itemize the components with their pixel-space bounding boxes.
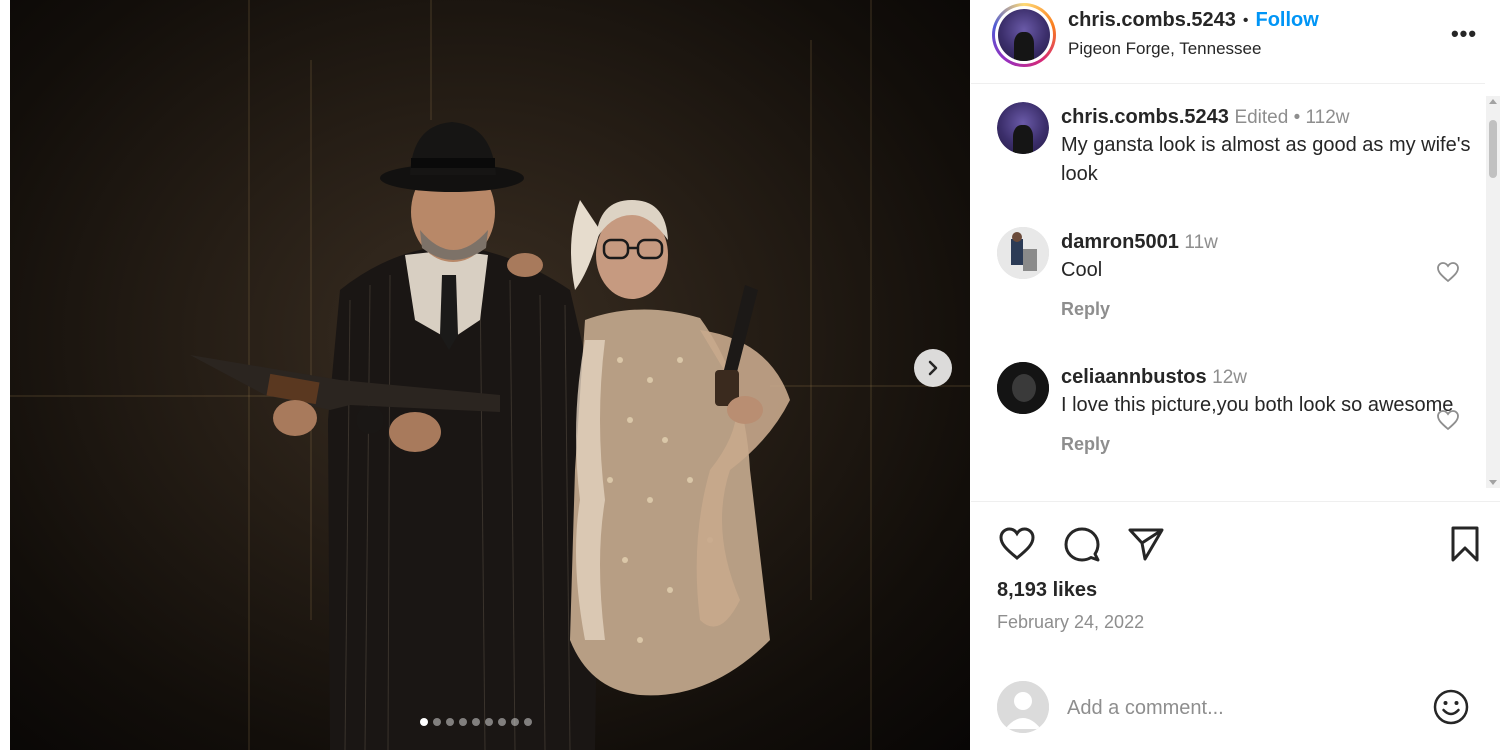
- carousel-dot: [420, 718, 428, 726]
- follow-button[interactable]: Follow: [1255, 9, 1318, 32]
- bookmark-icon[interactable]: [1445, 524, 1485, 564]
- send-icon[interactable]: [1126, 524, 1166, 564]
- caption-avatar-image: [997, 102, 1049, 154]
- heart-icon[interactable]: [1436, 260, 1460, 284]
- add-comment-bar: [971, 665, 1500, 750]
- carousel-dot: [511, 718, 519, 726]
- scroll-up-arrow[interactable]: [1489, 99, 1497, 104]
- comment-icon[interactable]: [1062, 524, 1102, 564]
- carousel-dot: [433, 718, 441, 726]
- carousel-indicator: [420, 718, 532, 726]
- author-avatar[interactable]: [992, 3, 1056, 67]
- commenter-photo: [997, 227, 1049, 279]
- smiley-icon[interactable]: [1432, 688, 1470, 726]
- carousel-dot: [459, 718, 467, 726]
- default-avatar-icon: [997, 681, 1049, 733]
- comment-item: damron5001 11w Cool Reply: [971, 225, 1485, 335]
- separator: •: [1242, 11, 1249, 29]
- comment-text: Cool: [1061, 259, 1103, 281]
- comments-list[interactable]: chris.combs.5243 Edited • 112w My gansta…: [971, 85, 1485, 501]
- heart-icon[interactable]: [997, 524, 1037, 564]
- post-media[interactable]: [10, 0, 970, 750]
- scroll-thumb[interactable]: [1489, 120, 1497, 178]
- comment-avatar[interactable]: [997, 362, 1049, 414]
- comment-time: 11w: [1184, 232, 1218, 253]
- more-icon: •••: [1450, 21, 1478, 46]
- caption-meta: Edited • 112w: [1234, 107, 1350, 128]
- comment-avatar[interactable]: [997, 227, 1049, 279]
- carousel-dot: [472, 718, 480, 726]
- comment-text: I love this picture,you both look so awe…: [1061, 394, 1454, 416]
- chevron-right-icon: [928, 360, 938, 376]
- carousel-dot: [485, 718, 493, 726]
- caption-text: My gansta look is almost as good as my w…: [1061, 134, 1471, 185]
- comment-item: celiaannbustos 12w I love this picture,y…: [971, 360, 1485, 500]
- post-actions: 8,193 likes February 24, 2022: [971, 501, 1500, 750]
- comments-scrollbar[interactable]: [1486, 96, 1500, 488]
- reply-button[interactable]: Reply: [1061, 299, 1471, 320]
- carousel-dot: [498, 718, 506, 726]
- add-comment-input[interactable]: [1067, 691, 1407, 725]
- post-side-panel: chris.combs.5243 • Follow Pigeon Forge, …: [971, 0, 1500, 750]
- likes-count[interactable]: 8,193 likes: [997, 579, 1097, 602]
- reply-button[interactable]: Reply: [1061, 434, 1471, 455]
- current-user-avatar: [997, 681, 1049, 733]
- more-options-button[interactable]: •••: [1449, 21, 1479, 46]
- caption-username[interactable]: chris.combs.5243: [1061, 106, 1229, 128]
- author-username[interactable]: chris.combs.5243: [1068, 9, 1236, 32]
- next-photo-button[interactable]: [914, 349, 952, 387]
- post-header: chris.combs.5243 • Follow Pigeon Forge, …: [971, 0, 1485, 84]
- photo-couple: [190, 122, 790, 750]
- scroll-down-arrow[interactable]: [1489, 480, 1497, 485]
- caption-avatar[interactable]: [997, 102, 1049, 154]
- comment-username[interactable]: damron5001: [1061, 231, 1179, 253]
- comment-time: 12w: [1212, 367, 1248, 388]
- post-date[interactable]: February 24, 2022: [997, 612, 1144, 633]
- heart-icon[interactable]: [1436, 408, 1460, 432]
- carousel-dot: [446, 718, 454, 726]
- commenter-photo: [997, 362, 1049, 414]
- post-location[interactable]: Pigeon Forge, Tennessee: [1068, 39, 1261, 59]
- author-avatar-image: [998, 9, 1050, 61]
- comment-username[interactable]: celiaannbustos: [1061, 366, 1207, 388]
- carousel-dot: [524, 718, 532, 726]
- caption: chris.combs.5243 Edited • 112w My gansta…: [971, 85, 1485, 195]
